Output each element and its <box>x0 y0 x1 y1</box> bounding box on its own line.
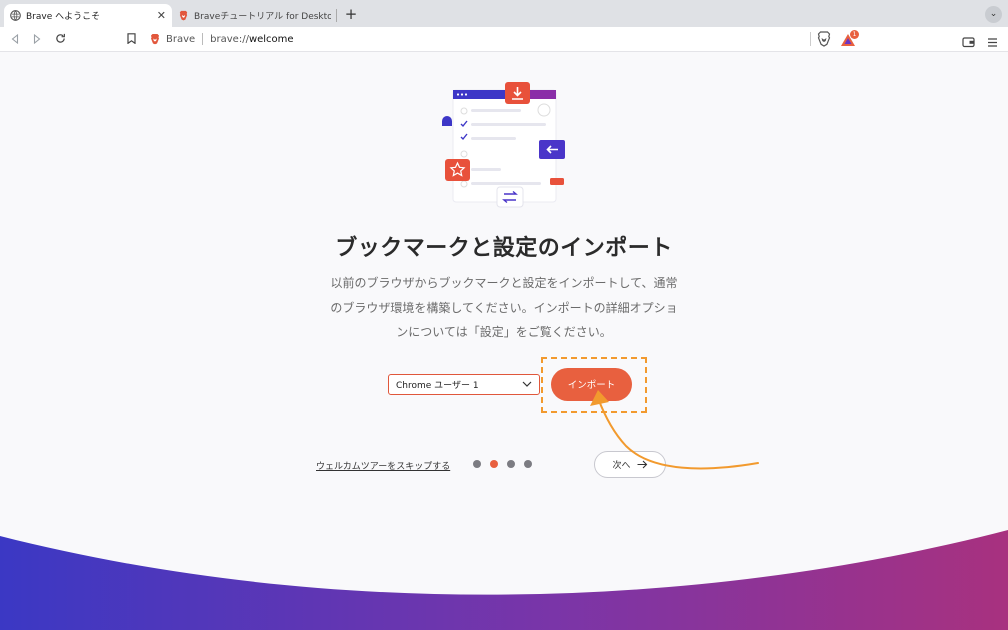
forward-button[interactable] <box>28 30 46 48</box>
tab-strip: Brave へようこそ ✕ Braveチュートリアル for Desktop |… <box>0 0 1008 27</box>
browser-profile-select[interactable]: Chrome ユーザー 1 <box>388 374 540 395</box>
globe-icon <box>10 10 21 21</box>
import-description: 以前のブラウザからブックマークと設定をインポートして、通常 のブラウザ環境を構築… <box>310 271 698 345</box>
address-separator <box>202 33 204 45</box>
description-line: ンについては「設定」をご覧ください。 <box>396 325 612 339</box>
next-button-label: 次へ <box>612 461 631 471</box>
forward-icon <box>33 33 41 45</box>
tab-welcome[interactable]: Brave へようこそ ✕ <box>4 4 172 27</box>
back-icon <box>11 33 19 45</box>
brave-rewards-button[interactable]: 1 <box>840 30 862 48</box>
brave-lion-icon <box>179 10 188 21</box>
address-brand-label: Brave <box>166 33 196 45</box>
reload-button[interactable] <box>51 30 69 48</box>
arrow-right-icon <box>637 460 647 469</box>
main-menu-button[interactable] <box>987 33 998 52</box>
tab-welcome-label: Brave へようこそ <box>26 12 101 22</box>
browser-profile-select-value: Chrome ユーザー 1 <box>396 381 479 391</box>
close-icon[interactable]: ✕ <box>157 9 166 22</box>
step-dot-active[interactable] <box>490 460 498 468</box>
hamburger-menu-icon <box>988 38 997 47</box>
tab-tutorial[interactable]: Braveチュートリアル for Desktop | Br <box>172 4 337 27</box>
page-title: ブックマークと設定のインポート <box>335 236 673 261</box>
next-button[interactable]: 次へ <box>594 451 666 478</box>
back-button[interactable] <box>6 30 24 48</box>
rewards-badge: 1 <box>850 30 859 39</box>
tab-search-button[interactable]: ⌄ <box>985 6 1002 23</box>
address-url-host: welcome <box>248 33 294 45</box>
description-line: 以前のブラウザからブックマークと設定をインポートして、通常 <box>330 276 678 290</box>
step-dot[interactable] <box>473 460 481 468</box>
new-tab-button[interactable]: + <box>342 6 360 24</box>
bookmark-button[interactable] <box>122 30 140 48</box>
description-line: のブラウザ環境を構築してください。インポートの詳細オプショ <box>330 300 678 315</box>
reload-icon <box>55 33 65 43</box>
toolbar: Brave brave://welcome 1 <box>0 27 1008 52</box>
brave-shields-button[interactable] <box>817 31 831 51</box>
address-bar-end-divider <box>810 32 811 46</box>
skip-tour-link[interactable]: ウェルカムツアーをスキップする <box>316 459 450 472</box>
import-illustration <box>442 82 565 208</box>
chevron-down-icon <box>522 381 532 387</box>
step-dot[interactable] <box>524 460 532 468</box>
tab-tutorial-label: Braveチュートリアル for Desktop | Br <box>194 12 331 22</box>
address-bar[interactable]: Brave brave://welcome <box>149 29 813 49</box>
bookmark-icon <box>126 33 136 45</box>
brave-lion-icon <box>151 34 159 45</box>
wallet-icon <box>962 37 975 48</box>
wallet-button[interactable] <box>962 33 975 52</box>
step-dot[interactable] <box>507 460 515 468</box>
annotation-highlight-box <box>541 357 647 413</box>
shield-icon <box>817 31 831 47</box>
background-wave <box>0 530 1008 630</box>
address-url-prefix: brave:// <box>210 33 249 45</box>
step-indicator <box>473 460 532 470</box>
